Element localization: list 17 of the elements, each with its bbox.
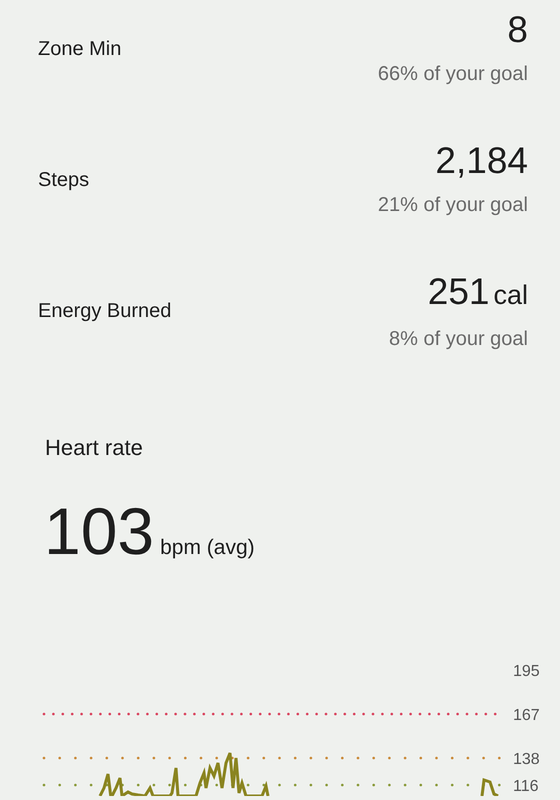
heart-rate-unit: bpm (avg) [160, 535, 255, 561]
goal-progress-text: 8% of your goal [389, 326, 528, 352]
metric-label: Steps [38, 168, 90, 193]
metric-value: 251 [428, 272, 490, 313]
goal-progress-text: 21% of your goal [378, 192, 528, 218]
metric-value: 2,184 [435, 141, 528, 182]
axis-tick-label: 195 [513, 662, 540, 682]
axis-tick-label: 116 [513, 777, 539, 796]
goal-progress-text: 66% of your goal [378, 62, 528, 87]
metric-label: Zone Min [38, 37, 122, 62]
axis-tick-label: 167 [513, 706, 540, 726]
heart-rate-value: 103 [44, 498, 154, 564]
section-title: Heart rate [44, 434, 144, 462]
axis-tick-label: 138 [513, 750, 540, 770]
metric-unit: cal [493, 279, 528, 312]
metric-label: Energy Burned [38, 299, 172, 324]
metric-value: 8 [507, 10, 528, 51]
